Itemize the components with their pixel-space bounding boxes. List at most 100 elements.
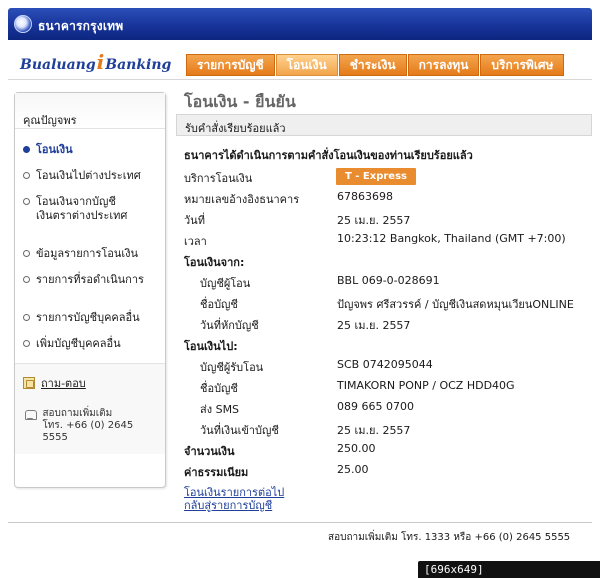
detail-row: จำนวนเงิน 250.00 <box>184 439 584 460</box>
brand-row: BualuangiBanking รายการบัญชี โอนเงิน ชำร… <box>8 40 592 80</box>
back-to-accounts-link[interactable]: กลับสู่รายการบัญชี <box>184 499 284 512</box>
sidebar-item-label: รายการที่รอดำเนินการ <box>36 273 144 286</box>
from-name-value: ปัญจพร ศรีสวรรค์ / บัญชีเงินสดหมุนเวียนO… <box>337 298 574 311</box>
detail-row: วันที่ 25 เม.ย. 2557 <box>184 208 584 229</box>
sidebar-item-transfer-overseas[interactable]: โอนเงินไปต่างประเทศ <box>23 169 159 183</box>
result-message: ธนาคารได้ดำเนินการตามคำสั่งโอนเงินของท่า… <box>184 149 473 162</box>
brand-left: Bualuang <box>20 57 96 73</box>
detail-row: ส่ง SMS 089 665 0700 <box>184 397 584 418</box>
contact-line-2: โทร. +66 (0) 2645 5555 <box>42 420 134 443</box>
detail-row: บริการโอนเงิน T - Express <box>184 166 584 187</box>
to-account-label: บัญชีผู้รับโอน <box>200 361 264 374</box>
section-heading-text: รับคำสั่งเรียบร้อยแล้ว <box>185 122 286 135</box>
footer-contact: สอบถามเพิ่มเติม โทร. 1333 หรือ +66 (0) 2… <box>328 532 571 543</box>
next-transfer-link[interactable]: โอนเงินรายการต่อไป <box>184 486 284 499</box>
transfer-details: บริการโอนเงิน T - Express หมายเลขอ้างอิง… <box>184 166 584 481</box>
credit-date-value: 25 เม.ย. 2557 <box>337 424 411 437</box>
contact-line-1: สอบถามเพิ่มเติม <box>42 408 113 419</box>
detail-row: บัญชีผู้รับโอน SCB 0742095044 <box>184 355 584 376</box>
to-account-value: SCB 0742095044 <box>337 358 433 371</box>
sidebar-user: คุณปัญจพร <box>15 93 165 129</box>
time-label: เวลา <box>184 235 207 248</box>
sidebar-item-third-party-accounts[interactable]: รายการบัญชีบุคคลอื่น <box>23 311 159 325</box>
from-account-value: BBL 069-0-028691 <box>337 274 440 287</box>
bullet-icon <box>23 198 30 205</box>
credit-date-label: วันที่เงินเข้าบัญชี <box>200 424 279 437</box>
detail-row: เวลา 10:23:12 Bangkok, Thailand (GMT +7:… <box>184 229 584 250</box>
sidebar-item-label: โอนเงินจากบัญชี เงินตราต่างประเทศ <box>36 195 128 222</box>
nav-payments[interactable]: ชำระเงิน <box>338 54 407 76</box>
bullet-icon <box>23 250 30 257</box>
bullet-icon <box>23 276 30 283</box>
debit-date-label: วันที่หักบัญชี <box>200 319 259 332</box>
qa-link[interactable]: ถาม-ตอบ <box>23 374 157 392</box>
bualuang-ibanking-logo: BualuangiBanking <box>20 50 171 74</box>
nav-special-services[interactable]: บริการพิเศษ <box>480 54 565 76</box>
brand-right: Banking <box>105 57 172 73</box>
to-name-label: ชื่อบัญชี <box>200 382 238 395</box>
from-name-label: ชื่อบัญชี <box>200 298 238 311</box>
footer-divider <box>8 522 592 523</box>
brand-i: i <box>96 50 105 74</box>
sidebar-item-label: โอนเงิน <box>36 143 73 156</box>
main-content: โอนเงิน - ยืนยัน รับคำสั่งเรียบร้อยแล้ว … <box>176 84 592 524</box>
date-label: วันที่ <box>184 214 205 227</box>
sidebar-item-transfer[interactable]: โอนเงิน <box>23 143 159 157</box>
nav-accounts[interactable]: รายการบัญชี <box>186 54 275 76</box>
bank-name: ธนาคารกรุงเทพ <box>38 19 124 33</box>
nav-investment[interactable]: การลงทุน <box>407 54 480 76</box>
sms-label: ส่ง SMS <box>200 403 240 416</box>
action-links: โอนเงินรายการต่อไป กลับสู่รายการบัญชี <box>184 486 284 512</box>
detail-row: โอนเงินไป: <box>184 334 584 355</box>
ref-value: 67863698 <box>337 190 393 203</box>
left-sidebar: คุณปัญจพร โอนเงิน โอนเงินไปต่างประเทศ โอ… <box>14 92 166 488</box>
sidebar-item-add-third-party[interactable]: เพิ่มบัญชีบุคคลอื่น <box>23 337 159 351</box>
service-label: บริการโอนเงิน <box>184 172 253 185</box>
detail-row: วันที่หักบัญชี 25 เม.ย. 2557 <box>184 313 584 334</box>
sidebar-item-transfer-fcd[interactable]: โอนเงินจากบัญชี เงินตราต่างประเทศ <box>23 195 159 223</box>
from-heading: โอนเงินจาก: <box>184 256 245 269</box>
amount-label: จำนวนเงิน <box>184 445 235 458</box>
ref-label: หมายเลขอ้างอิงธนาคาร <box>184 193 300 206</box>
detail-row: วันที่เงินเข้าบัญชี 25 เม.ย. 2557 <box>184 418 584 439</box>
sidebar-item-label: เพิ่มบัญชีบุคคลอื่น <box>36 337 121 350</box>
sidebar-item-transfer-info[interactable]: ข้อมูลรายการโอนเงิน <box>23 247 159 261</box>
bullet-icon <box>23 340 30 347</box>
top-header-bar: ธนาคารกรุงเทพ <box>8 8 592 40</box>
detail-row: ชื่อบัญชี TIMAKORN PONP / OCZ HDD40G <box>184 376 584 397</box>
qa-label: ถาม-ตอบ <box>41 377 86 390</box>
from-account-label: บัญชีผู้โอน <box>200 277 251 290</box>
detail-row: หมายเลขอ้างอิงธนาคาร 67863698 <box>184 187 584 208</box>
bank-logo-icon <box>14 15 32 33</box>
page-title: โอนเงิน - ยืนยัน <box>184 92 296 111</box>
fee-value: 25.00 <box>337 463 369 476</box>
sidebar-contact: สอบถามเพิ่มเติม โทร. +66 (0) 2645 5555 <box>23 408 157 444</box>
detail-row: โอนเงินจาก: <box>184 250 584 271</box>
nav-transfer[interactable]: โอนเงิน <box>275 54 338 76</box>
service-badge: T - Express <box>336 168 416 185</box>
to-heading: โอนเงินไป: <box>184 340 238 353</box>
section-heading: รับคำสั่งเรียบร้อยแล้ว <box>176 114 592 136</box>
sidebar-item-label: รายการบัญชีบุคคลอื่น <box>36 311 140 324</box>
debit-date-value: 25 เม.ย. 2557 <box>337 319 411 332</box>
sms-value: 089 665 0700 <box>337 400 414 413</box>
date-value: 25 เม.ย. 2557 <box>337 214 411 227</box>
top-nav: รายการบัญชี โอนเงิน ชำระเงิน การลงทุน บร… <box>186 54 565 76</box>
sidebar-item-pending[interactable]: รายการที่รอดำเนินการ <box>23 273 159 287</box>
sidebar-item-label: ข้อมูลรายการโอนเงิน <box>36 247 139 260</box>
detail-row: ค่าธรรมเนียม 25.00 <box>184 460 584 481</box>
sidebar-item-label: โอนเงินไปต่างประเทศ <box>36 169 141 182</box>
time-value: 10:23:12 Bangkok, Thailand (GMT +7:00) <box>337 232 566 245</box>
detail-row: ชื่อบัญชี ปัญจพร ศรีสวรรค์ / บัญชีเงินสด… <box>184 292 584 313</box>
phone-icon <box>23 408 38 422</box>
bullet-icon <box>23 172 30 179</box>
sidebar-help: ถาม-ตอบ สอบถามเพิ่มเติม โทร. +66 (0) 264… <box>15 363 165 454</box>
to-name-value: TIMAKORN PONP / OCZ HDD40G <box>337 379 515 392</box>
detail-row: บัญชีผู้โอน BBL 069-0-028691 <box>184 271 584 292</box>
watermark: [696x649] https://upic.me/ <box>418 561 600 578</box>
sidebar-menu: โอนเงิน โอนเงินไปต่างประเทศ โอนเงินจากบั… <box>15 129 165 351</box>
bullet-icon <box>23 314 30 321</box>
contact-text: สอบถามเพิ่มเติม โทร. +66 (0) 2645 5555 <box>42 408 157 444</box>
